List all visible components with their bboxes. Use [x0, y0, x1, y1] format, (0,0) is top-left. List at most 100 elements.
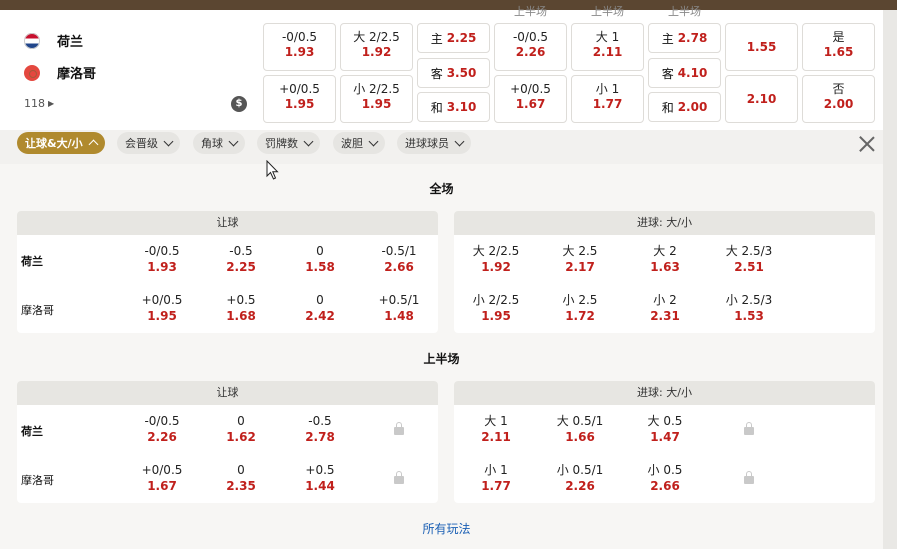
odds-cell[interactable]: 2.10 — [725, 75, 798, 123]
odds-option[interactable]: -0/0.5 1.93 — [122, 243, 202, 275]
odds-value: 2.26 — [565, 479, 595, 493]
odds-option[interactable]: 小 2 2.31 — [625, 292, 705, 324]
odds-option[interactable]: 大 0.5 1.47 — [625, 413, 705, 445]
lock-icon — [394, 471, 404, 484]
odds-cell[interactable]: 和 2.00 — [648, 92, 721, 122]
chevron-down-icon — [163, 136, 174, 147]
odds-option[interactable]: 小 0.5 2.66 — [625, 462, 705, 494]
odds-cell[interactable]: 主 2.25 — [417, 23, 490, 53]
odds-option[interactable]: +0/0.5 1.95 — [122, 292, 202, 324]
odds-option[interactable]: 0 2.42 — [280, 292, 360, 324]
odds-cell[interactable]: -0/0.5 2.26 — [494, 23, 567, 71]
odds-option[interactable]: 小 2.5 1.72 — [540, 292, 620, 324]
odds-option[interactable]: +0/0.5 1.67 — [122, 462, 202, 494]
row-team-away: 摩洛哥 — [21, 304, 54, 317]
odds-option[interactable]: 大 1 2.11 — [456, 413, 536, 445]
odds-cell[interactable]: 和 3.10 — [417, 92, 490, 122]
odds-option[interactable]: -0.5 2.78 — [280, 413, 360, 445]
odds-value: 1.92 — [481, 260, 511, 274]
odds-value: 1.95 — [481, 309, 511, 323]
column-label: 上半场 — [514, 5, 547, 18]
odds-option[interactable]: 0 1.62 — [201, 413, 281, 445]
odds-option[interactable]: 大 2.5/3 2.51 — [709, 243, 789, 275]
odds-option[interactable]: 小 2/2.5 1.95 — [456, 292, 536, 324]
more-markets-count: 118 — [24, 97, 45, 110]
odds-cell[interactable]: 大 1 2.11 — [571, 23, 644, 71]
outcome-label: 客 — [430, 66, 443, 81]
odds-option[interactable]: 大 0.5/1 1.66 — [540, 413, 620, 445]
filter-chip-correct-score[interactable]: 波胆 — [333, 132, 385, 154]
odds-value: 1.95 — [284, 97, 315, 111]
odds-value: 2.00 — [677, 100, 708, 114]
odds-line: 是 — [832, 30, 845, 44]
outcome-label: 客 — [661, 66, 674, 81]
all-markets-link[interactable]: 所有玩法 — [0, 520, 893, 537]
odds-option[interactable]: 小 2.5/3 1.53 — [709, 292, 789, 324]
odds-line: -0.5/1 — [381, 244, 417, 258]
odds-cell[interactable]: 是 1.65 — [802, 23, 875, 71]
row-team-home: 荷兰 — [21, 425, 43, 438]
odds-option[interactable]: -0.5 2.25 — [201, 243, 281, 275]
odds-value: 2.11 — [481, 430, 511, 444]
odds-option[interactable]: +0.5 1.44 — [280, 462, 360, 494]
filter-chip-corners[interactable]: 角球 — [193, 132, 245, 154]
outcome-label: 和 — [661, 100, 674, 115]
away-team-name: 摩洛哥 — [57, 67, 97, 82]
totals-panel: 进球: 大/小 大 2/2.5 1.92 大 2.5 2.17 大 2 1.63 大 … — [454, 211, 875, 333]
odds-line: 大 0.5 — [647, 414, 683, 428]
odds-line: 小 1 — [595, 82, 620, 96]
odds-cell[interactable]: 客 3.50 — [417, 58, 490, 88]
odds-option[interactable]: -0.5/1 2.66 — [359, 243, 438, 275]
more-markets-link[interactable]: 118 ▶ — [24, 97, 54, 110]
odds-line: -0.5 — [229, 244, 253, 258]
lock-icon — [744, 471, 754, 484]
outcome-label: 和 — [430, 100, 443, 115]
odds-line: 大 1 — [484, 414, 508, 428]
odds-value: 1.77 — [592, 97, 623, 111]
odds-value: 1.55 — [746, 40, 777, 54]
totals-panel: 进球: 大/小 大 1 2.11 大 0.5/1 1.66 大 0.5 1.47 小 … — [454, 381, 875, 503]
odds-line: +0/0.5 — [510, 82, 551, 96]
odds-cell[interactable]: 客 4.10 — [648, 58, 721, 88]
odds-cell[interactable]: +0/0.5 1.67 — [494, 75, 567, 123]
odds-line: 小 2.5 — [562, 293, 598, 307]
odds-cell[interactable]: 小 1 1.77 — [571, 75, 644, 123]
odds-line: 小 0.5 — [647, 463, 683, 477]
odds-value: 2.78 — [677, 31, 708, 45]
odds-line: 大 2 — [653, 244, 677, 258]
odds-value: 3.50 — [446, 66, 477, 80]
home-team-name: 荷兰 — [57, 35, 84, 50]
odds-value: 2.25 — [226, 260, 256, 274]
filter-chip-to-qualify[interactable]: 会晋级 — [117, 132, 180, 154]
close-icon[interactable] — [857, 134, 877, 154]
chevron-down-icon — [454, 136, 465, 147]
odds-option[interactable]: 小 0.5/1 2.26 — [540, 462, 620, 494]
odds-value: 2.11 — [592, 45, 623, 59]
odds-cell[interactable]: 大 2/2.5 1.92 — [340, 23, 413, 71]
odds-cell[interactable]: 1.55 — [725, 23, 798, 71]
outcome-label: 主 — [661, 31, 674, 46]
odds-option[interactable]: 小 1 1.77 — [456, 462, 536, 494]
cash-out-icon[interactable]: $ — [231, 96, 247, 112]
odds-value: 2.51 — [734, 260, 764, 274]
odds-cell[interactable]: +0/0.5 1.95 — [263, 75, 336, 123]
odds-option[interactable]: 大 2.5 2.17 — [540, 243, 620, 275]
odds-option[interactable]: +0.5 1.68 — [201, 292, 281, 324]
filter-chip-handicap-totals[interactable]: 让球&大/小 — [17, 132, 105, 154]
odds-cell[interactable]: 否 2.00 — [802, 75, 875, 123]
odds-option[interactable]: +0.5/1 1.48 — [359, 292, 438, 324]
filter-chip-cards[interactable]: 罚牌数 — [257, 132, 320, 154]
odds-value: 1.66 — [565, 430, 595, 444]
odds-option[interactable]: 大 2 1.63 — [625, 243, 705, 275]
odds-cell[interactable]: 小 2/2.5 1.95 — [340, 75, 413, 123]
odds-line: 0 — [316, 244, 324, 258]
odds-cell[interactable]: -0/0.5 1.93 — [263, 23, 336, 71]
odds-option[interactable]: 0 1.58 — [280, 243, 360, 275]
odds-option[interactable]: 大 2/2.5 1.92 — [456, 243, 536, 275]
odds-option[interactable]: 0 2.35 — [201, 462, 281, 494]
odds-cell[interactable]: 主 2.78 — [648, 23, 721, 53]
odds-value: 2.66 — [384, 260, 414, 274]
chevron-down-icon — [303, 136, 314, 147]
filter-chip-goalscorer[interactable]: 进球球员 — [397, 132, 471, 154]
odds-option[interactable]: -0/0.5 2.26 — [122, 413, 202, 445]
